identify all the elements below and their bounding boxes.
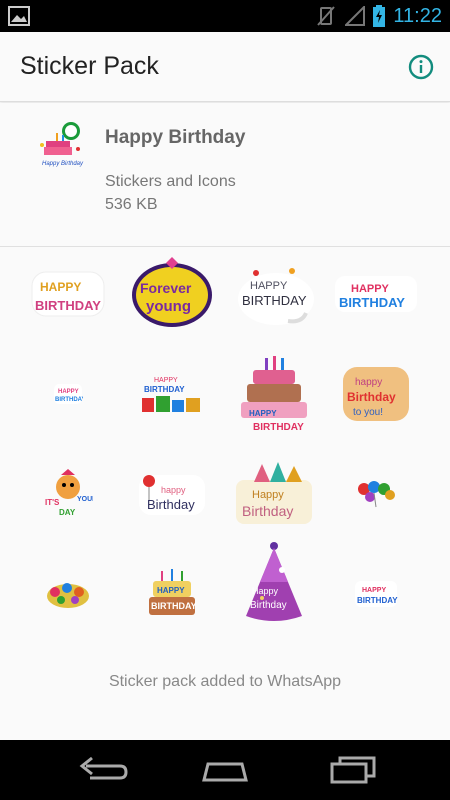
svg-text:BIRTHDAY: BIRTHDAY bbox=[55, 397, 83, 403]
svg-text:HAPPY: HAPPY bbox=[351, 283, 390, 295]
sticker-its-your-day[interactable]: IT'S YOUR DAY bbox=[18, 448, 118, 540]
sticker-forever-young[interactable]: Forever young bbox=[122, 248, 222, 340]
svg-text:Birthday: Birthday bbox=[242, 503, 293, 519]
pack-name: Happy Birthday bbox=[105, 127, 246, 148]
svg-text:YOUR: YOUR bbox=[77, 496, 93, 503]
svg-text:HAPPY: HAPPY bbox=[362, 587, 386, 594]
svg-text:HAPPY: HAPPY bbox=[250, 280, 288, 292]
birthday-cake-icon: Happy Birthday bbox=[40, 122, 84, 167]
sticker-birthday-cake[interactable]: HAPPY BIRTHDAY bbox=[224, 348, 324, 440]
vibrate-off-icon bbox=[317, 6, 336, 26]
added-status-text: Sticker pack added to WhatsApp bbox=[108, 673, 342, 690]
home-icon[interactable] bbox=[200, 756, 250, 784]
sticker-happy-birthday-balloon[interactable]: happy Birthday bbox=[122, 448, 222, 540]
sticker-party-hat[interactable]: Happy Birthday bbox=[224, 538, 324, 630]
svg-text:BIRTHDAY: BIRTHDAY bbox=[253, 422, 304, 432]
sticker-birthday-cake-small[interactable]: HAPPY BIRTHDAY bbox=[122, 548, 222, 640]
svg-text:Birthday: Birthday bbox=[250, 600, 287, 611]
pack-details: Happy Birthday Happy Birthday Stickers a… bbox=[0, 103, 450, 247]
svg-text:HAPPY: HAPPY bbox=[249, 409, 277, 418]
svg-text:BIRTHDAY: BIRTHDAY bbox=[339, 295, 405, 310]
pack-publisher: Stickers and Icons bbox=[105, 173, 236, 190]
image-icon bbox=[8, 6, 30, 26]
sticker-happy-birthday-3[interactable]: HAPPY BIRTHDAY bbox=[326, 248, 426, 340]
status-time: 11:22 bbox=[393, 4, 442, 27]
svg-text:BIRTHDAY: BIRTHDAY bbox=[242, 293, 307, 308]
info-icon[interactable] bbox=[408, 54, 434, 80]
svg-text:BIRTHDAY: BIRTHDAY bbox=[144, 385, 185, 394]
page-title: Sticker Pack bbox=[20, 52, 159, 80]
svg-text:HAPPY: HAPPY bbox=[40, 280, 81, 294]
sticker-happy-birthday-gifts[interactable]: HAPPY BIRTHDAY bbox=[122, 348, 222, 440]
sticker-grid: HAPPY BIRTHDAY Forever young HAPPY BIRTH… bbox=[0, 248, 450, 648]
app-bar: Sticker Pack bbox=[0, 32, 450, 102]
svg-text:Happy: Happy bbox=[252, 489, 284, 501]
navigation-bar bbox=[0, 740, 450, 800]
sticker-balloons[interactable] bbox=[326, 448, 426, 540]
svg-text:Birthday: Birthday bbox=[147, 497, 195, 512]
sticker-flowers[interactable] bbox=[18, 548, 118, 640]
svg-text:BIRTHDAY: BIRTHDAY bbox=[357, 596, 398, 605]
svg-text:happy: happy bbox=[161, 485, 186, 495]
sticker-happy-birthday-1[interactable]: HAPPY BIRTHDAY bbox=[18, 248, 118, 340]
svg-text:BIRTHDAY: BIRTHDAY bbox=[151, 601, 197, 611]
back-icon[interactable] bbox=[78, 756, 128, 784]
sticker-happy-birthday-4[interactable]: HAPPY BIRTHDAY bbox=[18, 348, 118, 440]
recents-icon[interactable] bbox=[328, 756, 378, 784]
svg-text:HAPPY: HAPPY bbox=[58, 389, 79, 395]
svg-text:HAPPY: HAPPY bbox=[157, 586, 185, 595]
sticker-happy-birthday-hats[interactable]: Happy Birthday bbox=[224, 448, 324, 540]
svg-text:IT'S: IT'S bbox=[45, 498, 60, 507]
svg-text:HAPPY: HAPPY bbox=[154, 377, 178, 384]
svg-text:DAY: DAY bbox=[59, 508, 76, 517]
svg-text:Happy Birthday: Happy Birthday bbox=[42, 161, 84, 167]
status-bar: 11:22 bbox=[0, 0, 450, 32]
svg-text:happy: happy bbox=[355, 377, 382, 388]
sticker-happy-birthday-2[interactable]: HAPPY BIRTHDAY bbox=[224, 248, 324, 340]
svg-text:young: young bbox=[146, 298, 191, 315]
sticker-happy-birthday-5[interactable]: HAPPY BIRTHDAY bbox=[326, 548, 426, 640]
svg-text:Birthday: Birthday bbox=[347, 390, 396, 404]
battery-icon bbox=[373, 5, 386, 27]
svg-text:to you!: to you! bbox=[353, 407, 383, 418]
svg-text:Forever: Forever bbox=[140, 280, 192, 296]
svg-text:Happy: Happy bbox=[252, 586, 279, 596]
svg-text:BIRTHDAY: BIRTHDAY bbox=[35, 298, 101, 313]
pack-size: 536 KB bbox=[105, 196, 158, 213]
signal-icon bbox=[345, 6, 366, 26]
sticker-happy-birthday-to-you[interactable]: happy Birthday to you! bbox=[326, 348, 426, 440]
